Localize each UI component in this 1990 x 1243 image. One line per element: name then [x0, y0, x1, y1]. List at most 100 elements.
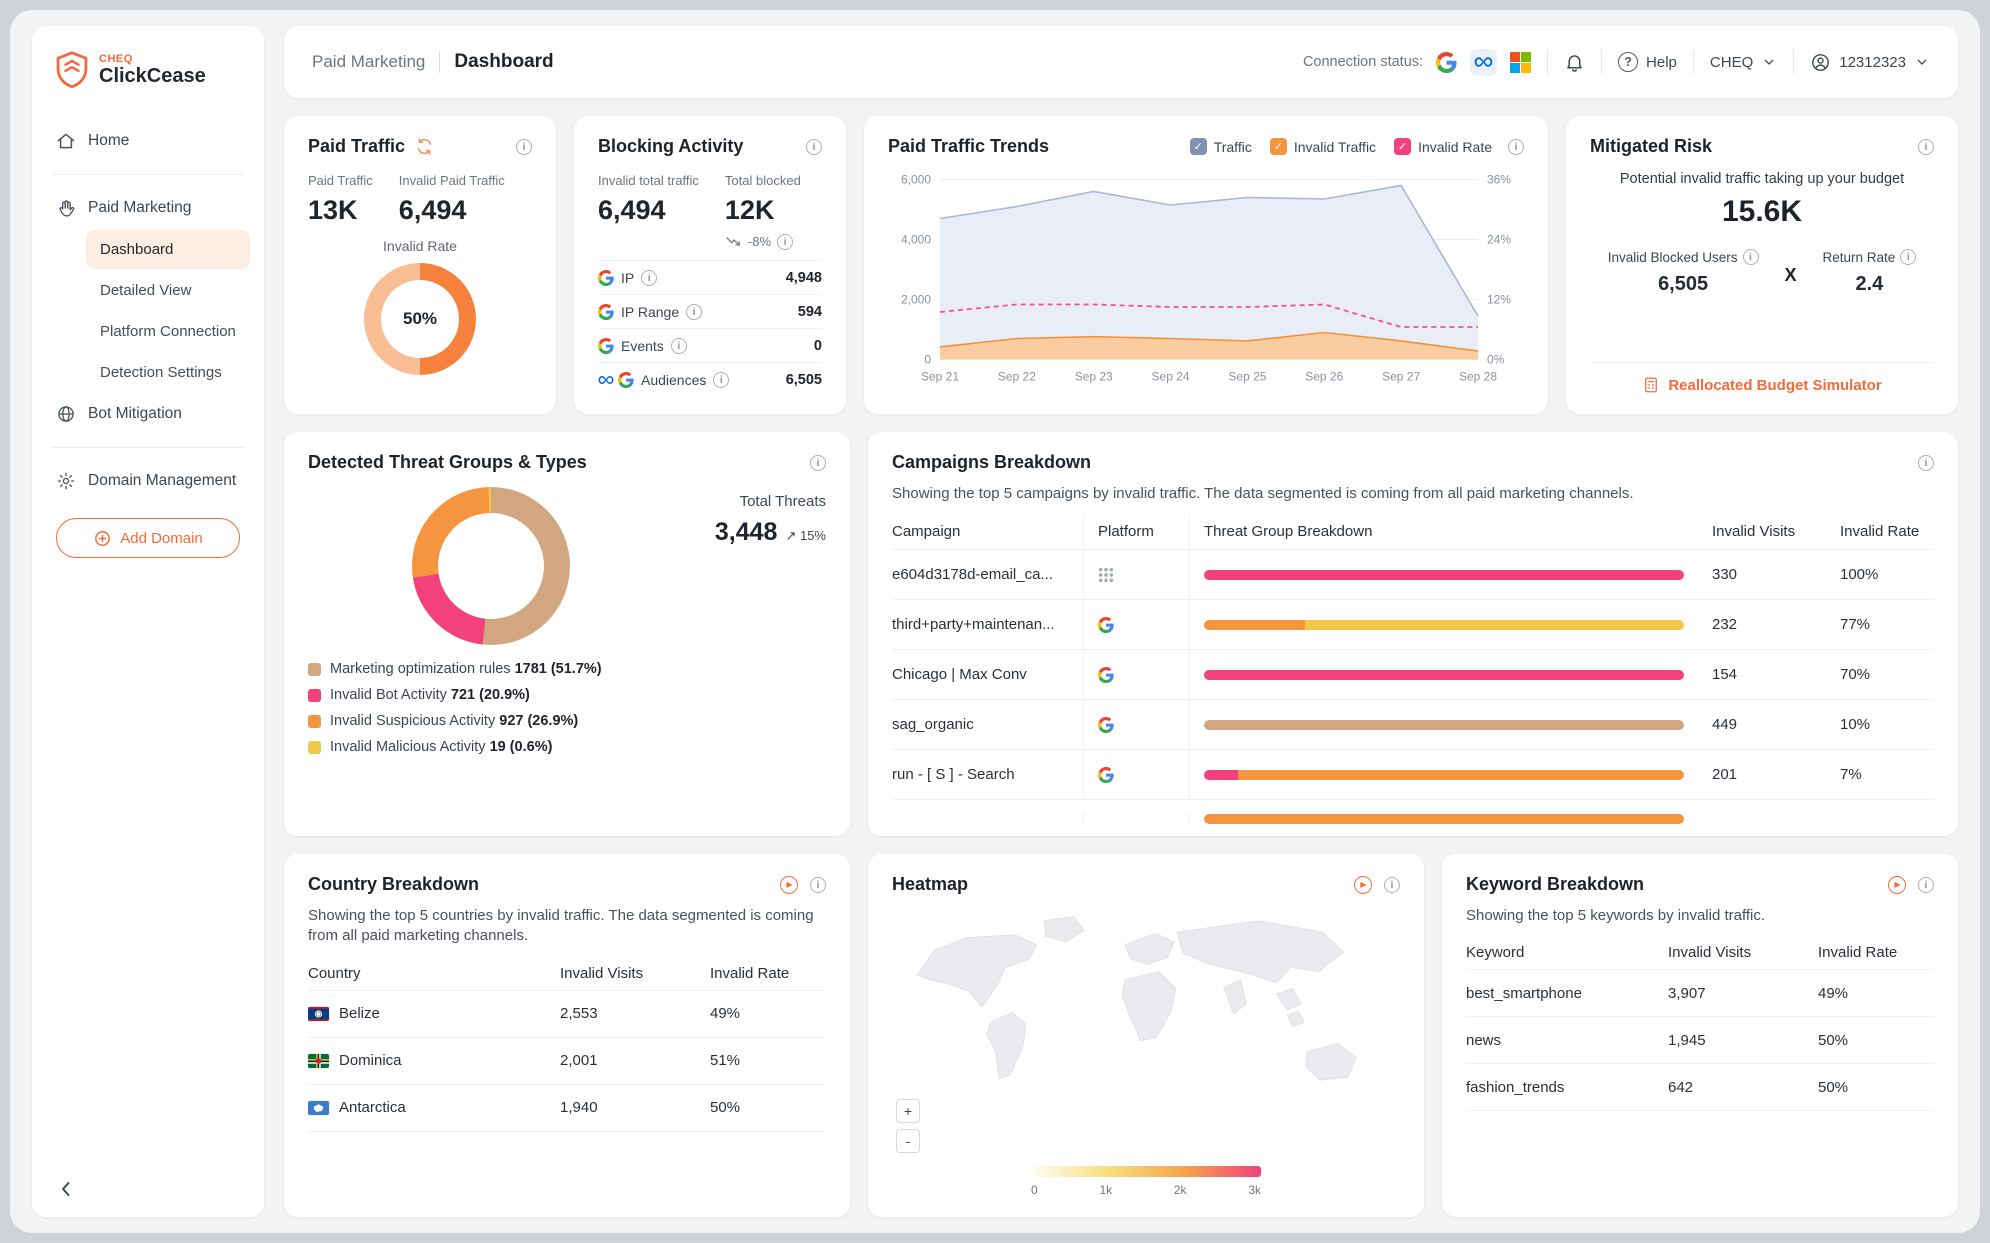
card-title: Detected Threat Groups & Types — [308, 452, 587, 473]
world-map — [892, 897, 1400, 1159]
add-domain-button[interactable]: Add Domain — [56, 518, 240, 558]
info-icon[interactable]: i — [810, 877, 826, 893]
play-circle-icon[interactable]: ▶ — [1888, 876, 1906, 894]
home-icon — [56, 131, 76, 151]
brand-logo[interactable]: CHEQ ClickCease — [46, 50, 250, 90]
trend-value: 15% — [800, 528, 826, 543]
question-icon: ? — [1618, 52, 1638, 72]
connection-status-label: Connection status: — [1303, 54, 1423, 70]
info-icon[interactable]: i — [516, 139, 532, 155]
sidebar-item-bot-mitigation[interactable]: Bot Mitigation — [46, 393, 250, 435]
info-icon[interactable]: i — [671, 338, 687, 354]
sidebar-item-detailed-view[interactable]: Detailed View — [86, 271, 250, 310]
campaign-name: sag_organic — [892, 700, 1084, 749]
heatmap-tick-label: 2k — [1174, 1183, 1187, 1197]
play-circle-icon[interactable]: ▶ — [1354, 876, 1372, 894]
legend-item-invalid-rate[interactable]: ✓ Invalid Rate — [1394, 138, 1492, 155]
zoom-out-button[interactable]: - — [896, 1129, 920, 1153]
meta-icon[interactable] — [1470, 49, 1497, 76]
svg-text:Sep 21: Sep 21 — [921, 370, 959, 384]
threat-legend-label: Marketing optimization rules 1781 (51.7%… — [330, 661, 602, 677]
sidebar-item-dashboard[interactable]: Dashboard — [86, 230, 250, 269]
campaigns-breakdown-card: Campaigns Breakdown i Showing the top 5 … — [868, 432, 1958, 836]
info-icon[interactable]: i — [810, 455, 826, 471]
country-breakdown-card: Country Breakdown ▶ i Showing the top 5 … — [284, 854, 850, 1217]
legend-swatch — [308, 663, 321, 676]
card-title: Blocking Activity — [598, 136, 743, 157]
google-icon[interactable] — [1436, 52, 1457, 73]
legend-item-traffic[interactable]: ✓Traffic — [1190, 138, 1252, 155]
play-circle-icon[interactable]: ▶ — [780, 876, 798, 894]
info-icon[interactable]: i — [1743, 249, 1759, 265]
stat-label: Total Threats — [715, 493, 826, 510]
nav-label: Detection Settings — [100, 364, 222, 381]
heatmap-card: Heatmap ▶ i — [868, 854, 1424, 1217]
blocking-row-value: 0 — [814, 338, 822, 354]
brand-cheq: CHEQ — [99, 53, 206, 65]
dominica-flag-icon — [308, 1054, 329, 1068]
keyword-invalid-visits: 642 — [1654, 1064, 1804, 1110]
google-icon — [618, 372, 634, 388]
stat-label: Invalid Blocked Users — [1608, 250, 1738, 265]
info-icon[interactable]: i — [1384, 877, 1400, 893]
sidebar-item-platform-connection[interactable]: Platform Connection — [86, 312, 250, 351]
card-title: Paid Traffic — [308, 136, 405, 157]
threat-breakdown-bar — [1204, 770, 1684, 780]
org-dropdown[interactable]: CHEQ — [1710, 54, 1777, 71]
reallocated-budget-simulator-link[interactable]: Reallocated Budget Simulator — [1642, 376, 1881, 394]
stat-label: Paid Traffic — [308, 173, 373, 188]
gear-icon — [56, 471, 76, 491]
account-dropdown[interactable]: 12312323 — [1810, 52, 1930, 73]
breadcrumb-section[interactable]: Paid Marketing — [312, 52, 425, 72]
sidebar-item-detection-settings[interactable]: Detection Settings — [86, 353, 250, 392]
legend-swatch — [308, 689, 321, 702]
campaign-row: run - [ S ] - Search2017% — [892, 750, 1934, 800]
sidebar-item-paid-marketing[interactable]: Paid Marketing — [46, 187, 250, 229]
stat-value: 12K — [725, 195, 801, 226]
platform-icons — [598, 270, 614, 286]
campaign-invalid-visits: 201 — [1698, 750, 1826, 799]
help-button[interactable]: ? Help — [1618, 52, 1677, 72]
card-title: Paid Traffic Trends — [888, 136, 1049, 157]
info-icon[interactable]: i — [1918, 139, 1934, 155]
link-label: Reallocated Budget Simulator — [1668, 377, 1881, 394]
globe-icon — [56, 404, 76, 424]
campaign-row: sag_organic44910% — [892, 700, 1934, 750]
info-icon[interactable]: i — [713, 372, 729, 388]
info-icon[interactable]: i — [1918, 455, 1934, 471]
info-icon[interactable]: i — [641, 270, 657, 286]
country-name: Belize — [308, 991, 546, 1037]
chevron-down-icon — [1761, 54, 1777, 70]
info-icon[interactable]: i — [1900, 249, 1916, 265]
trend-up-icon: ↗ — [785, 528, 796, 543]
info-icon[interactable]: i — [806, 139, 822, 155]
legend-swatch — [308, 741, 321, 754]
total-threats-stat: Total Threats 3,448 ↗ 15% — [715, 493, 826, 645]
legend-item-invalid-traffic[interactable]: ✓Invalid Traffic — [1270, 138, 1376, 155]
info-icon[interactable]: i — [1508, 139, 1524, 155]
separator — [1793, 50, 1794, 74]
checkbox-checked-icon[interactable]: ✓ — [1270, 138, 1287, 155]
info-icon[interactable]: i — [777, 234, 793, 250]
microsoft-icon[interactable] — [1510, 52, 1531, 73]
dashboard-content: Paid Traffic i Paid Traffic 13K Invalid … — [284, 116, 1958, 1217]
plus-circle-icon — [93, 529, 112, 548]
country-header-row: CountryInvalid VisitsInvalid Rate — [308, 957, 826, 991]
checkbox-checked-icon[interactable]: ✓ — [1394, 138, 1411, 155]
refresh-icon[interactable] — [415, 137, 434, 156]
zoom-in-button[interactable]: + — [896, 1099, 920, 1123]
blocking-activity-card: Blocking Activity i Invalid total traffi… — [574, 116, 846, 414]
invalid-paid-traffic-stat: Invalid Paid Traffic 6,494 — [399, 173, 505, 226]
stat-label: Return Rate — [1823, 250, 1896, 265]
info-icon[interactable]: i — [1918, 877, 1934, 893]
sidebar-item-home[interactable]: Home — [46, 120, 250, 162]
sidebar-collapse-button[interactable] — [54, 1177, 78, 1201]
bell-icon[interactable] — [1564, 52, 1585, 73]
legend-label: Invalid Rate — [1418, 139, 1492, 155]
trend-value: -8% — [748, 234, 771, 249]
checkbox-checked-icon[interactable]: ✓ — [1190, 138, 1207, 155]
calculator-icon — [1642, 376, 1660, 394]
sidebar-item-domain-management[interactable]: Domain Management — [46, 460, 250, 502]
info-icon[interactable]: i — [686, 304, 702, 320]
campaign-row: e604d3178d-email_ca...330100% — [892, 550, 1934, 600]
